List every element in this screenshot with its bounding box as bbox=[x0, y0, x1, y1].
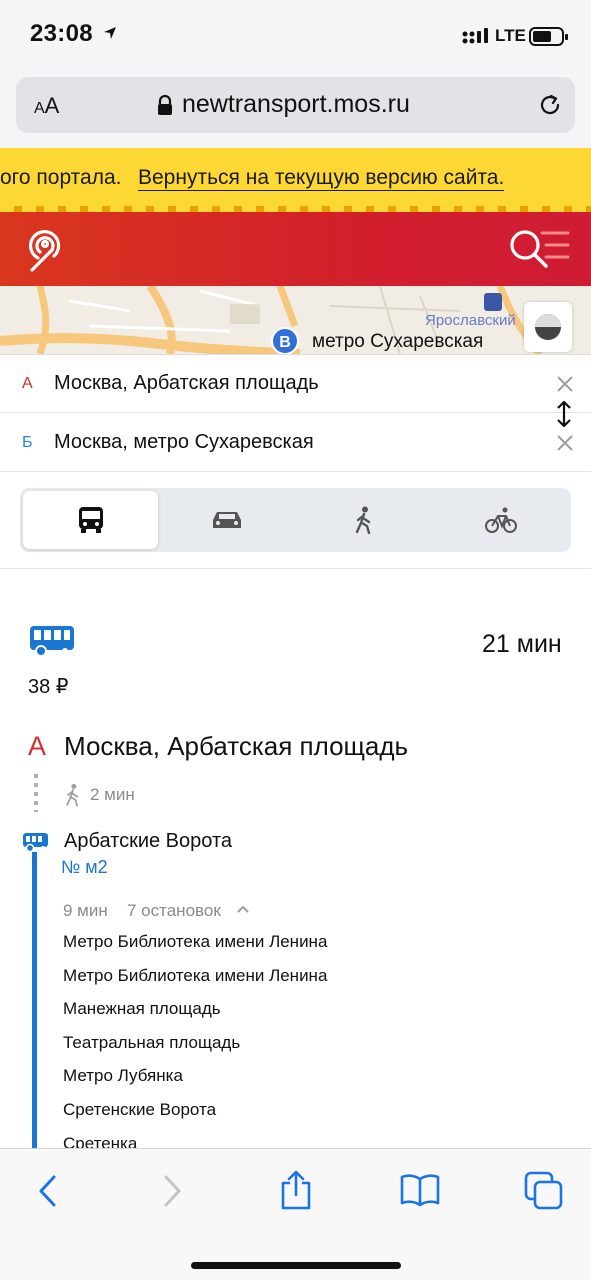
tab-bicycle[interactable] bbox=[433, 491, 568, 549]
back-icon[interactable] bbox=[36, 1173, 60, 1209]
route-price: 38 ₽ bbox=[28, 676, 69, 698]
destination-pin[interactable]: B bbox=[271, 327, 299, 354]
start-point-letter: А bbox=[28, 731, 47, 761]
bookmarks-icon[interactable] bbox=[400, 1173, 440, 1207]
bicycle-icon bbox=[484, 507, 517, 533]
intermediate-stops-list: Метро Библиотека имени Ленина Метро Библ… bbox=[63, 932, 327, 1167]
route-map[interactable]: Ярославский B метро Сухаревская bbox=[0, 286, 591, 354]
lock-icon bbox=[158, 95, 172, 115]
reload-icon[interactable] bbox=[537, 91, 563, 119]
return-to-current-site-link[interactable]: Вернуться на текущую версию сайта. bbox=[138, 166, 505, 191]
route-duration: 21 мин bbox=[482, 630, 562, 658]
map-street-label: Ярославский bbox=[425, 312, 516, 329]
route-number-link[interactable]: № м2 bbox=[61, 857, 108, 878]
stop-item: Театральная площадь bbox=[63, 1032, 241, 1052]
legacy-site-banner: ого портала. Вернуться на текущую версию… bbox=[0, 148, 591, 212]
browser-toolbar bbox=[0, 1148, 591, 1280]
forward-icon[interactable] bbox=[160, 1173, 184, 1209]
tabs-icon[interactable] bbox=[524, 1171, 564, 1211]
boarding-stop: Арбатские Ворота bbox=[64, 830, 233, 852]
battery-icon bbox=[529, 27, 568, 46]
from-letter: А bbox=[22, 375, 33, 392]
globe-icon bbox=[535, 314, 561, 340]
bus-segment-line bbox=[32, 852, 37, 1152]
walk-time: 2 мин bbox=[90, 785, 135, 804]
map-layer-button[interactable] bbox=[524, 302, 572, 352]
walk-icon bbox=[66, 783, 78, 807]
stops-count-toggle[interactable]: 7 остановок bbox=[127, 901, 221, 921]
tab-walk[interactable] bbox=[296, 491, 431, 549]
text-size-button[interactable]: AA bbox=[34, 93, 59, 119]
transport-mode-tabs bbox=[20, 488, 571, 552]
route-to-row[interactable]: Б Москва, метро Сухаревская bbox=[0, 414, 591, 472]
bus-route-icon bbox=[30, 626, 74, 657]
share-icon[interactable] bbox=[279, 1169, 313, 1211]
signal-icon bbox=[462, 28, 488, 44]
from-input[interactable]: Москва, Арбатская площадь bbox=[54, 372, 319, 395]
status-bar: 23:08 LTE bbox=[0, 0, 591, 74]
tab-car[interactable] bbox=[159, 491, 294, 549]
clear-to-icon[interactable] bbox=[556, 434, 574, 452]
bus-icon bbox=[78, 507, 103, 533]
home-indicator bbox=[191, 1262, 401, 1269]
bus-segment-icon bbox=[23, 833, 48, 853]
banner-text: ого портала. bbox=[0, 166, 122, 189]
address-bar[interactable]: AA newtransport.mos.ru bbox=[16, 77, 575, 133]
car-icon bbox=[212, 512, 241, 528]
stop-item: Манежная площадь bbox=[63, 999, 221, 1019]
moscow-transport-logo-icon[interactable] bbox=[22, 222, 68, 276]
url-text[interactable]: newtransport.mos.ru bbox=[182, 90, 410, 119]
walk-icon bbox=[355, 506, 370, 534]
search-menu-icon[interactable] bbox=[508, 228, 570, 270]
location-arrow-icon bbox=[104, 27, 116, 39]
browser-address-area: AA newtransport.mos.ru bbox=[0, 74, 591, 148]
metro-station-icon bbox=[484, 293, 502, 311]
start-point-name: Москва, Арбатская площадь bbox=[64, 731, 409, 761]
route-from-row[interactable]: А Москва, Арбатская площадь bbox=[0, 355, 591, 413]
tab-public-transport[interactable] bbox=[23, 491, 158, 549]
status-time: 23:08 bbox=[30, 20, 93, 47]
swap-direction-icon[interactable] bbox=[555, 400, 573, 428]
route-form: А Москва, Арбатская площадь Б Москва, ме… bbox=[0, 354, 591, 472]
to-input[interactable]: Москва, метро Сухаревская bbox=[54, 431, 314, 454]
stop-item: Метро Библиотека имени Ленина bbox=[63, 932, 328, 951]
site-header bbox=[0, 212, 591, 286]
walk-dotted-line bbox=[34, 774, 38, 812]
network-type: LTE bbox=[495, 26, 526, 45]
segment-time: 9 мин bbox=[63, 901, 108, 920]
stop-item: Метро Библиотека имени Ленина bbox=[63, 965, 328, 985]
section-divider bbox=[0, 568, 591, 569]
stop-item: Метро Лубянка bbox=[63, 1066, 183, 1086]
map-place-label: метро Сухаревская bbox=[312, 331, 484, 352]
stop-item: Сретенские Ворота bbox=[63, 1099, 217, 1119]
clear-from-icon[interactable] bbox=[556, 375, 574, 393]
chevron-up-icon[interactable] bbox=[236, 904, 250, 914]
to-letter: Б bbox=[22, 434, 33, 451]
